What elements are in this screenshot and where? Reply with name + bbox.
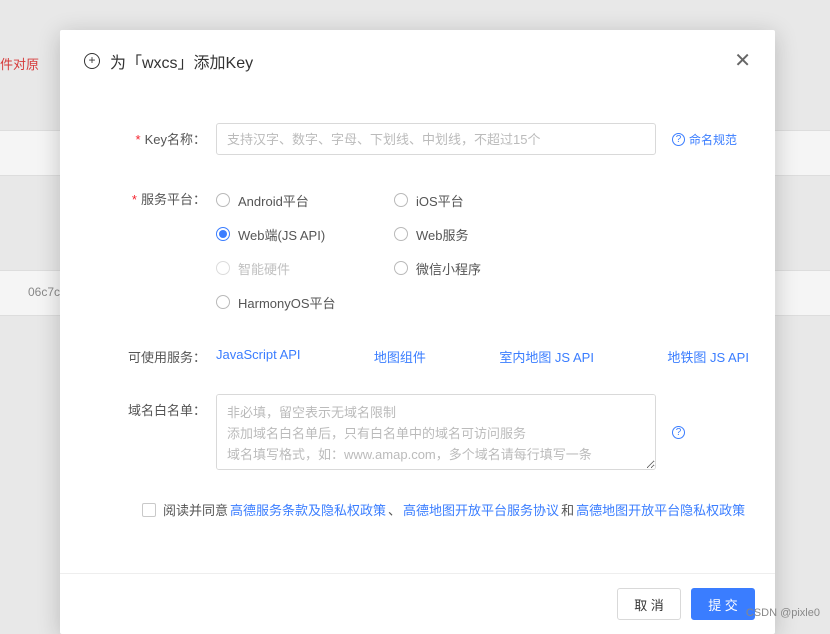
service-link-jsapi[interactable]: JavaScript API (216, 347, 301, 366)
agree-row: 阅读并同意 高德服务条款及隐私权政策 、 高德地图开放平台服务协议 和 高德地图… (142, 500, 749, 519)
plus-circle-icon (84, 53, 100, 69)
radio-webjs[interactable]: Web端(JS API) (216, 217, 394, 251)
platform-label: *服务平台： (86, 183, 216, 208)
whitelist-label: 域名白名单： (86, 394, 216, 419)
radio-harmony[interactable]: HarmonyOS平台 (216, 285, 394, 319)
radio-hardware: 智能硬件 (216, 251, 394, 285)
radio-icon (216, 193, 230, 207)
agree-link-service[interactable]: 高德地图开放平台服务协议 (403, 500, 559, 519)
agree-checkbox[interactable] (142, 503, 156, 517)
radio-icon (394, 227, 408, 241)
radio-miniapp[interactable]: 微信小程序 (394, 251, 572, 285)
add-key-modal: 为「wxcs」添加Key ✕ *Key名称： ? 命名规范 *服务平台： (60, 30, 775, 634)
modal-header: 为「wxcs」添加Key ✕ (60, 30, 775, 85)
whitelist-textarea[interactable] (216, 394, 656, 470)
services-label: 可使用服务： (86, 347, 216, 366)
radio-icon (216, 295, 230, 309)
modal-title: 为「wxcs」添加Key (84, 49, 253, 73)
radio-icon (394, 261, 408, 275)
watermark: CSDN @pixle0 (746, 607, 820, 619)
service-link-indoor[interactable]: 室内地图 JS API (499, 347, 594, 366)
radio-icon (216, 227, 230, 241)
naming-help-link[interactable]: ? 命名规范 (672, 131, 737, 148)
modal-title-text: 为「wxcs」添加Key (110, 49, 253, 73)
bg-text-red: 件对原 (0, 54, 39, 73)
cancel-button[interactable]: 取 消 (617, 588, 681, 620)
radio-icon (216, 261, 230, 275)
service-link-mapcomp[interactable]: 地图组件 (374, 347, 426, 366)
close-icon[interactable]: ✕ (734, 48, 751, 73)
radio-webservice[interactable]: Web服务 (394, 217, 572, 251)
key-name-label: *Key名称： (86, 123, 216, 148)
key-name-input[interactable] (216, 123, 656, 155)
whitelist-help-icon[interactable]: ? (672, 426, 685, 439)
question-circle-icon: ? (672, 133, 685, 146)
agree-link-terms[interactable]: 高德服务条款及隐私权政策 (230, 500, 386, 519)
radio-android[interactable]: Android平台 (216, 183, 394, 217)
radio-ios[interactable]: iOS平台 (394, 183, 572, 217)
agree-prefix: 阅读并同意 (163, 500, 228, 519)
bg-text-hash: 06c7c (28, 285, 60, 299)
radio-icon (394, 193, 408, 207)
agree-link-privacy[interactable]: 高德地图开放平台隐私权政策 (576, 500, 745, 519)
service-link-subway[interactable]: 地铁图 JS API (667, 347, 749, 366)
